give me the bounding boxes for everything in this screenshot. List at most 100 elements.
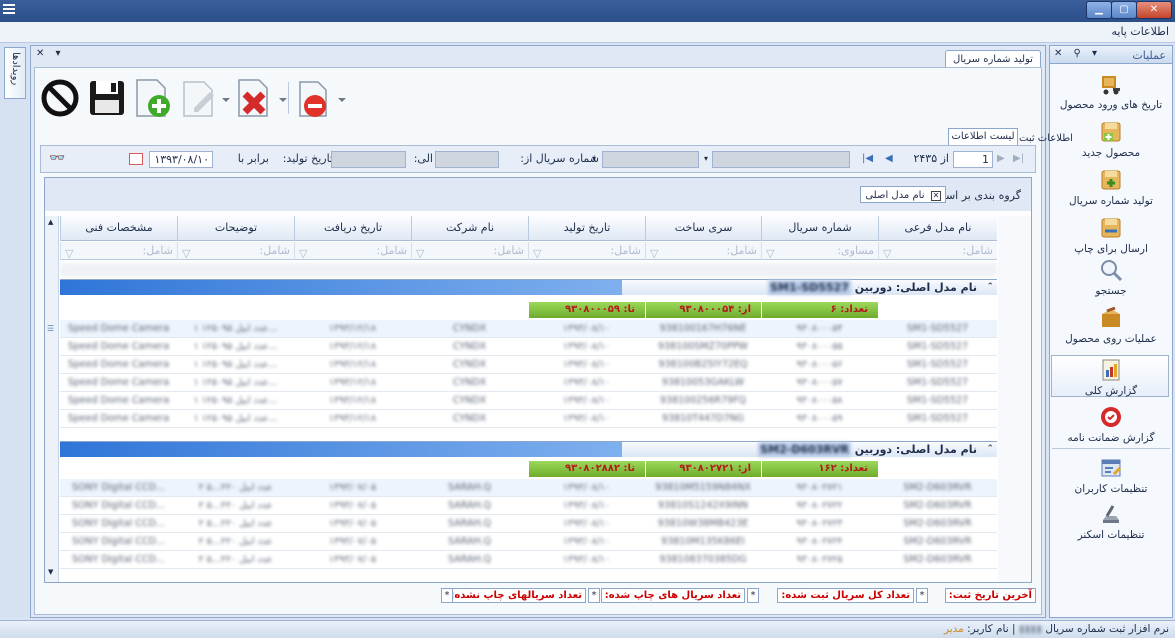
ops-separator: [1052, 448, 1170, 449]
events-side-tab[interactable]: رویدادها: [4, 47, 26, 99]
table-row[interactable]: SM1-SD5527 ۹۳۰۸۰۰۰۵۴ 938100167H76NE ۱۳۹۳/۰۸…: [60, 320, 997, 338]
grid-scrollbar[interactable]: ▲ ▼: [45, 216, 59, 582]
group-summary-row: تعداد: ۱۶۲ از: ۹۳۰۸۰۲۷۲۱ تا: ۹۳۰۸۰۲۸۸۲: [60, 461, 997, 477]
cell-description: ۲ عدد ابیل ۲۲۰...۵: [198, 554, 273, 565]
collapse-icon[interactable]: ⌃: [986, 442, 994, 457]
group-header-row[interactable]: ⌃ نام مدل اصلی: دوربین SM2-D603RVR: [60, 441, 997, 457]
minimize-button[interactable]: ▁: [1086, 1, 1112, 19]
delete-button[interactable]: [235, 78, 289, 118]
col-production-date[interactable]: تاریخ تولید: [528, 216, 645, 241]
cell-production-date: ۱۳۹۳/۰۸/۱۰: [562, 323, 611, 334]
table-row[interactable]: SM1-SD5527 ۹۳۰۸۰۰۰۵۹ 93810T447D7NG ۱۳۹۳/۰۸/…: [60, 410, 997, 428]
menu-base-info[interactable]: اطلاعات پایه: [1111, 25, 1169, 38]
chevron-down-icon[interactable]: ▾: [592, 151, 596, 168]
prev-page-icon[interactable]: ◀: [885, 151, 893, 168]
col-receive-date[interactable]: تاریخ دریافت: [294, 216, 411, 241]
binoculars-icon[interactable]: 👓: [49, 151, 65, 168]
col-sub-model[interactable]: نام مدل فرعی: [878, 216, 997, 241]
close-button[interactable]: ✕: [1136, 1, 1172, 19]
col-company-name[interactable]: نام شرکت: [411, 216, 528, 241]
warranty-icon: [1101, 407, 1121, 427]
op-warranty-report[interactable]: گزارش ضمانت نامه: [1050, 405, 1172, 444]
cell-receive-date: ۱۳۹۳/۱۲/۱۸: [328, 377, 377, 388]
op-entry-dates[interactable]: تاریخ های ورود محصول: [1050, 72, 1172, 111]
op-general-report[interactable]: گزارش کلی: [1050, 358, 1172, 397]
document-controls-icon[interactable]: ✕ ▾: [36, 48, 65, 59]
tab-register-info[interactable]: اطلاعات ثبت: [1019, 131, 1079, 146]
funnel-icon[interactable]: ▽: [650, 245, 658, 262]
group-count: تعداد: ۶: [761, 302, 878, 318]
funnel-icon[interactable]: ▽: [182, 245, 190, 262]
users-settings-icon: [1101, 459, 1122, 477]
cancel-button[interactable]: [294, 78, 352, 118]
tab-info-list[interactable]: لیست اطلاعات: [948, 128, 1018, 145]
app-menu-icon[interactable]: [3, 4, 15, 16]
op-product-ops[interactable]: عملیات روی محصول: [1050, 306, 1172, 345]
table-row[interactable]: SM2-D603RVR ۹۳۰۸۰۲۷۲۵ 938108370385DG ۱۳۹۳/۰…: [60, 551, 997, 569]
filter-cell[interactable]: شامل: ▽: [411, 242, 528, 260]
edit-button[interactable]: [180, 78, 232, 118]
op-search[interactable]: جستجو: [1050, 258, 1172, 297]
op-scanner-settings[interactable]: تنظیمات اسکنر: [1050, 502, 1172, 541]
next-page-icon[interactable]: ▶: [997, 151, 1005, 168]
last-page-icon[interactable]: ▶|: [1013, 151, 1024, 168]
calendar-icon[interactable]: [129, 153, 143, 165]
serial-to-field[interactable]: [331, 151, 406, 168]
filter-cell[interactable]: شامل: ▽: [528, 242, 645, 260]
page-number-field[interactable]: 1: [953, 151, 993, 168]
cell-description: ۲ عدد ابیل ۲۲۰...۵: [198, 518, 273, 529]
filter-text: شامل:: [142, 244, 174, 257]
panel-controls-icon[interactable]: ✕ ⚲ ▾: [1054, 48, 1101, 59]
date-value-field[interactable]: ۱۳۹۳/۰۸/۱۰: [149, 151, 213, 168]
production-date-label: تاریخ تولید:: [282, 152, 333, 165]
op-serial-generate[interactable]: تولید شماره سریال: [1050, 168, 1172, 207]
serial-from-field[interactable]: [435, 151, 499, 168]
filter-cell[interactable]: شامل: ▽: [177, 242, 294, 260]
funnel-icon[interactable]: ▽: [883, 245, 891, 262]
cell-company-name: CYNDX: [452, 323, 487, 334]
op-send-print[interactable]: ارسال برای چاپ: [1050, 216, 1172, 255]
add-button[interactable]: [131, 78, 173, 118]
stop-button[interactable]: [40, 78, 80, 118]
funnel-icon[interactable]: ▽: [766, 245, 774, 262]
filter-cell[interactable]: شامل: ▽: [60, 242, 177, 260]
funnel-icon[interactable]: ▽: [416, 245, 424, 262]
remove-icon[interactable]: ✕: [931, 191, 941, 201]
cell-serial-number: ۹۳۰۸۰۰۰۵۴: [796, 323, 843, 334]
table-row[interactable]: SM2-D603RVR ۹۳۰۸۰۲۷۲۴ 93810M135K86EI ۱۳۹۳/۰…: [60, 533, 997, 551]
document-tab[interactable]: تولید شماره سریال: [945, 50, 1041, 68]
scroll-down-icon[interactable]: ▼: [48, 568, 53, 576]
model-select[interactable]: [712, 151, 850, 168]
funnel-icon[interactable]: ▽: [65, 245, 73, 262]
maximize-button[interactable]: ▢: [1111, 1, 1137, 19]
table-row[interactable]: SM2-D603RVR ۹۳۰۸۰۲۷۲۲ 93810S1242X9INN ۱۳۹۳/…: [60, 497, 997, 515]
filter-cell[interactable]: شامل: ▽: [645, 242, 761, 260]
table-row[interactable]: SM1-SD5527 ۹۳۰۸۰۰۰۵۵ 938100SMZ70PPW ۱۳۹۳/۰۸…: [60, 338, 997, 356]
table-row[interactable]: SM1-SD5527 ۹۳۰۸۰۰۰۵۶ 938100B25IY72EQ ۱۳۹۳/۰…: [60, 356, 997, 374]
table-row[interactable]: SM1-SD5527 ۹۳۰۸۰۰۰۵۸ 938100256R79FQ ۱۳۹۳/۰۸…: [60, 392, 997, 410]
funnel-icon[interactable]: ▽: [533, 245, 541, 262]
group-header-row[interactable]: ⌃ نام مدل اصلی: دوربین SM1-SD5527: [60, 279, 997, 295]
op-entry-dates-label: تاریخ های ورود محصول: [1059, 99, 1163, 111]
scroll-up-icon[interactable]: ▲: [48, 218, 53, 226]
date-operator-select[interactable]: برابر با: [217, 151, 269, 168]
col-description[interactable]: توضیحات: [177, 216, 294, 241]
col-tech-specs[interactable]: مشخصات فنی: [60, 216, 177, 241]
funnel-icon[interactable]: ▽: [299, 245, 307, 262]
filter-cell[interactable]: شامل: ▽: [878, 242, 997, 260]
filter-cell[interactable]: شامل: ▽: [294, 242, 411, 260]
chevron-down-icon[interactable]: ▾: [704, 151, 708, 168]
save-button[interactable]: [87, 78, 127, 118]
group-by-chip[interactable]: نام مدل اصلی ✕: [860, 186, 946, 203]
table-row[interactable]: SM2-D603RVR ۹۳۰۸۰۲۷۲۱ 93810M5159N84NX ۱۳۹۳/…: [60, 479, 997, 497]
cell-build-series: 938100256R79FQ: [659, 395, 747, 406]
first-page-icon[interactable]: |◀: [862, 151, 873, 168]
table-row[interactable]: SM1-SD5527 ۹۳۰۸۰۰۰۵۷ 93810053GAKLW ۱۳۹۳/۰۸/…: [60, 374, 997, 392]
col-build-series[interactable]: سری ساخت: [645, 216, 761, 241]
filter-cell[interactable]: مساوی: ▽: [761, 242, 878, 260]
category-select[interactable]: [602, 151, 699, 168]
op-user-settings[interactable]: تنظیمات کاربران: [1050, 456, 1172, 495]
collapse-icon[interactable]: ⌃: [986, 280, 994, 295]
table-row[interactable]: SM2-D603RVR ۹۳۰۸۰۲۷۲۳ 93810W38MB423E ۱۳۹۳/۰…: [60, 515, 997, 533]
col-serial-number[interactable]: شماره سریال: [761, 216, 878, 241]
